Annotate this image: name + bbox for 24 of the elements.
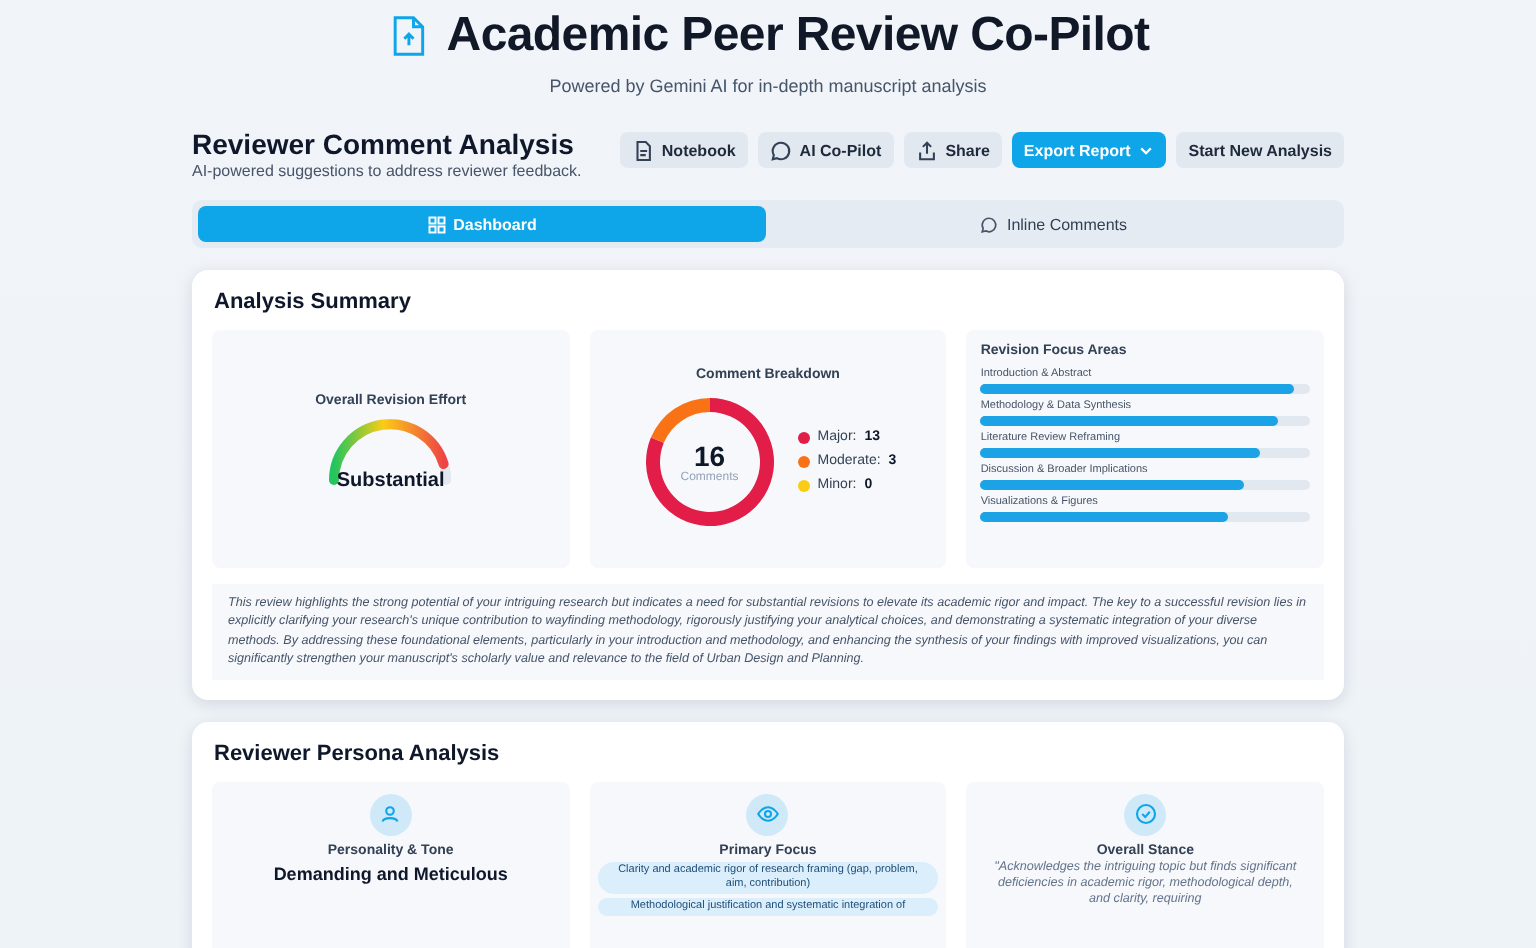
section-title: Reviewer Persona Analysis bbox=[214, 741, 502, 766]
app-subtitle: Powered by Gemini AI for in-depth manuscript analysis bbox=[549, 76, 987, 96]
total-count: 16 bbox=[693, 439, 726, 471]
effort-value: Substantial bbox=[336, 470, 445, 492]
page-subtitle: AI-powered suggestions to address reviewer feedback. bbox=[192, 162, 582, 180]
persona-value: Demanding and Meticulous bbox=[273, 863, 508, 884]
grid-icon bbox=[427, 215, 446, 233]
section-title: Analysis Summary bbox=[214, 290, 413, 314]
person-icon bbox=[378, 802, 403, 827]
chat-icon bbox=[980, 215, 999, 233]
app-title: Academic Peer Review Co-Pilot bbox=[446, 8, 1150, 64]
eye-icon bbox=[755, 802, 780, 827]
share-icon bbox=[915, 139, 938, 161]
chat-icon bbox=[769, 139, 792, 161]
action-button[interactable]: AI Co-Pilot bbox=[757, 132, 894, 168]
check-circle-icon bbox=[1133, 802, 1158, 827]
action-button[interactable]: Share bbox=[903, 132, 1002, 168]
action-button[interactable]: Notebook bbox=[619, 132, 748, 168]
tab[interactable]: Inline Comments bbox=[770, 206, 1338, 242]
action-button[interactable]: Start New Analysis bbox=[1176, 132, 1344, 168]
gauge-arc bbox=[326, 416, 455, 488]
document-icon bbox=[631, 139, 654, 161]
caret-icon bbox=[1138, 142, 1155, 158]
page-title: Reviewer Comment Analysis bbox=[192, 128, 576, 160]
